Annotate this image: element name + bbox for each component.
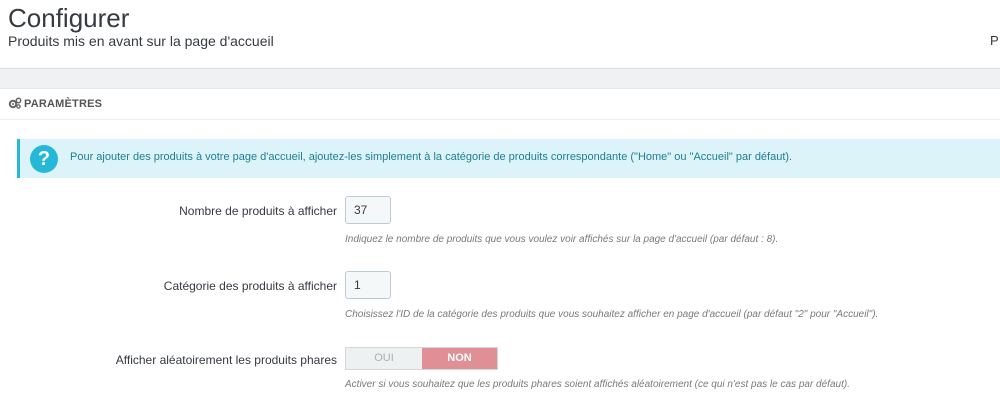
panel-title: PARAMÈTRES <box>24 98 103 110</box>
page-title: Configurer <box>8 3 130 33</box>
panel-heading: PARAMÈTRES <box>0 89 1000 120</box>
gears-icon <box>8 97 22 109</box>
toggle-yes-option[interactable]: OUI <box>346 348 422 369</box>
header-truncated-text: P <box>990 33 999 48</box>
random-label: Afficher aléatoirement les produits phar… <box>115 353 337 367</box>
random-help: Activer si vous souhaitez que les produi… <box>345 379 850 390</box>
page-header: Configurer Produits mis en avant sur la … <box>0 0 1000 69</box>
products-count-label: Nombre de produits à afficher <box>179 204 337 218</box>
question-icon: ? <box>30 145 58 173</box>
alert-text: Pour ajouter des produits à votre page d… <box>70 151 793 163</box>
products-count-input[interactable] <box>345 196 391 224</box>
random-toggle: OUI NON <box>345 347 498 370</box>
page-subtitle: Produits mis en avant sur la page d'accu… <box>8 33 274 49</box>
settings-panel: PARAMÈTRES ? Pour ajouter des produits à… <box>0 88 1000 417</box>
toggle-no-option[interactable]: NON <box>422 348 497 369</box>
category-help: Choisissez l'ID de la catégorie des prod… <box>345 309 879 320</box>
category-label: Catégorie des produits à afficher <box>163 279 337 293</box>
info-alert: ? Pour ajouter des produits à votre page… <box>17 139 1000 178</box>
products-count-help: Indiquez le nombre de produits que vous … <box>345 234 779 245</box>
category-input[interactable] <box>345 271 391 299</box>
